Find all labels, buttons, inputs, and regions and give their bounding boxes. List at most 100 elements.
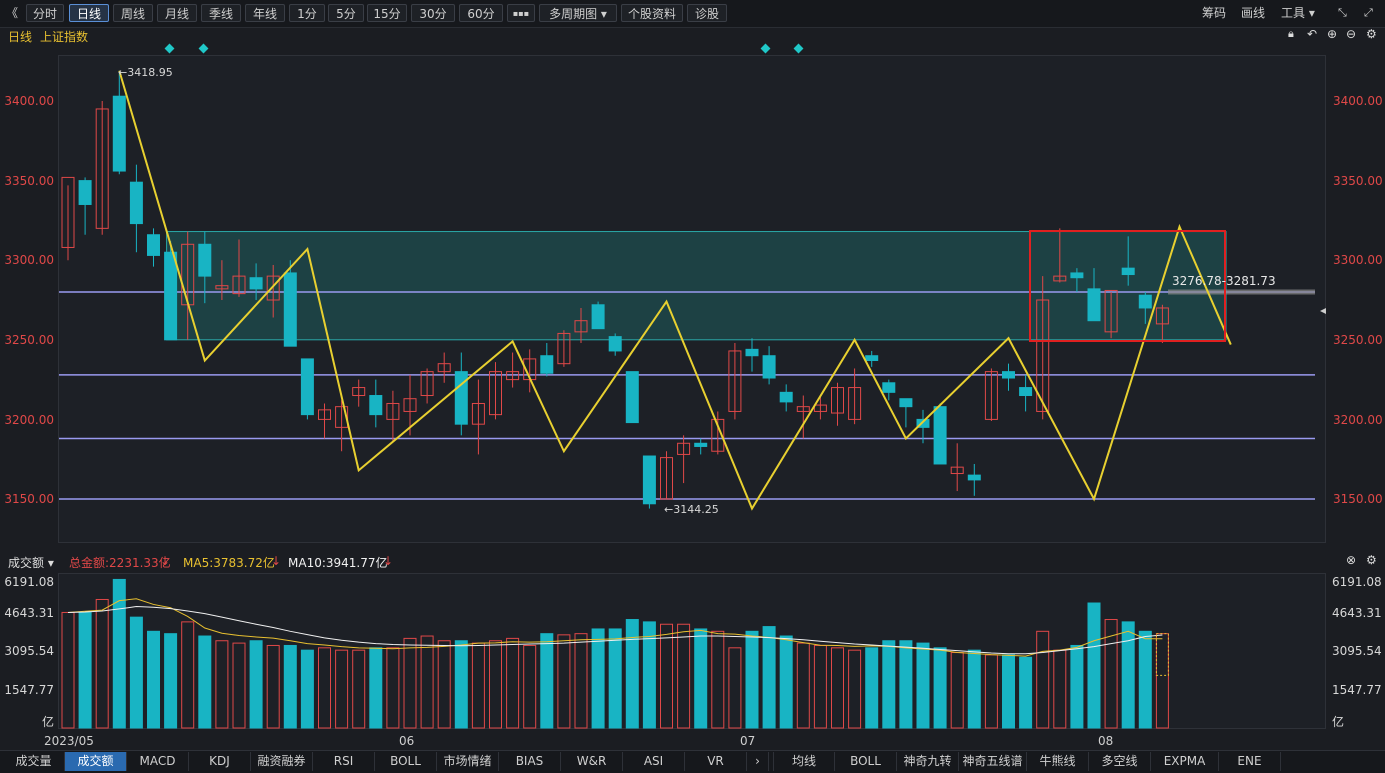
tab-boll-overlay[interactable]: BOLL bbox=[835, 752, 897, 771]
volume-bar bbox=[1019, 656, 1033, 729]
volume-bar bbox=[147, 630, 160, 729]
low-annotation: ←3144.25 bbox=[664, 503, 719, 516]
volume-bar bbox=[796, 642, 810, 729]
candle-body bbox=[608, 336, 622, 352]
tab-macd[interactable]: MACD bbox=[127, 752, 189, 771]
tab-magic-five[interactable]: 神奇五线谱 bbox=[959, 752, 1027, 771]
current-volume-marker bbox=[1155, 633, 1169, 676]
volume-bar bbox=[352, 649, 366, 729]
volume-bar bbox=[882, 640, 896, 729]
volume-bar bbox=[625, 619, 639, 729]
candle-body bbox=[369, 395, 383, 416]
tab-expma[interactable]: EXPMA bbox=[1151, 752, 1219, 771]
volume-bar bbox=[574, 633, 588, 729]
volume-bar bbox=[420, 635, 434, 729]
volume-bar bbox=[129, 616, 143, 729]
tab-sentiment[interactable]: 市场情绪 bbox=[437, 752, 499, 771]
volume-bar bbox=[164, 633, 178, 729]
volume-bar bbox=[386, 647, 400, 729]
candle-body bbox=[1070, 272, 1084, 279]
volume-bar bbox=[523, 644, 537, 729]
volume-bar bbox=[984, 654, 998, 729]
volume-bar bbox=[899, 640, 913, 729]
volume-bar bbox=[1036, 630, 1050, 729]
candle-body bbox=[1138, 294, 1152, 309]
volume-bar bbox=[848, 649, 862, 729]
candle-body bbox=[540, 355, 554, 374]
volume-bar bbox=[249, 640, 263, 729]
candle-body bbox=[779, 391, 793, 403]
candle-body bbox=[1121, 267, 1135, 276]
candle-body bbox=[762, 355, 776, 379]
volume-bar bbox=[318, 647, 331, 729]
volume-bar bbox=[1138, 630, 1152, 729]
volume-bar bbox=[232, 642, 246, 729]
volume-bar bbox=[266, 644, 280, 729]
volume-bar bbox=[471, 642, 485, 729]
candle-body bbox=[865, 355, 879, 361]
candle-body bbox=[147, 234, 160, 256]
candle-body bbox=[745, 348, 759, 357]
volume-bar bbox=[967, 649, 981, 729]
volume-bar bbox=[283, 644, 297, 729]
tab-rsi[interactable]: RSI bbox=[313, 752, 375, 771]
volume-bar bbox=[916, 642, 930, 729]
tab-margin[interactable]: 融资融券 bbox=[251, 752, 313, 771]
tab-ene[interactable]: ENE bbox=[1219, 752, 1281, 771]
volume-bar bbox=[1121, 621, 1135, 729]
tab-ma[interactable]: 均线 bbox=[773, 752, 835, 771]
tab-long-short[interactable]: 多空线 bbox=[1089, 752, 1151, 771]
indicator-tabs: 成交量 成交额 MACD KDJ 融资融券 RSI BOLL 市场情绪 BIAS… bbox=[0, 750, 1385, 773]
candle-body bbox=[300, 358, 314, 416]
candle-body bbox=[694, 442, 708, 447]
price-pointer bbox=[1320, 308, 1326, 314]
tab-wr[interactable]: W&R bbox=[561, 752, 623, 771]
candle-body bbox=[591, 304, 605, 330]
tab-bull-bear[interactable]: 牛熊线 bbox=[1027, 752, 1089, 771]
tab-kdj[interactable]: KDJ bbox=[189, 752, 251, 771]
kline-chart[interactable] bbox=[0, 0, 1385, 772]
volume-bar bbox=[489, 640, 502, 729]
tab-magic-nine[interactable]: 神奇九转 bbox=[897, 752, 959, 771]
volume-bar bbox=[711, 630, 725, 729]
tab-bias[interactable]: BIAS bbox=[499, 752, 561, 771]
candle-body bbox=[967, 474, 981, 481]
tab-amount[interactable]: 成交额 bbox=[65, 752, 127, 771]
volume-bar bbox=[865, 647, 879, 729]
volume-bar bbox=[745, 630, 759, 729]
tab-volume[interactable]: 成交量 bbox=[3, 752, 65, 771]
volume-bar bbox=[557, 634, 571, 729]
candle-body bbox=[283, 272, 297, 347]
volume-bar bbox=[950, 652, 964, 729]
volume-bar bbox=[1053, 649, 1067, 729]
volume-bar bbox=[1070, 644, 1084, 729]
candle-body bbox=[249, 277, 263, 290]
volume-bar bbox=[506, 637, 520, 729]
volume-bar bbox=[454, 640, 468, 729]
tab-vr[interactable]: VR bbox=[685, 752, 747, 771]
volume-bar bbox=[369, 647, 383, 729]
volume-bar bbox=[95, 598, 109, 729]
volume-bar bbox=[677, 623, 691, 729]
volume-bar bbox=[660, 623, 673, 729]
volume-bar bbox=[540, 633, 554, 729]
tab-boll[interactable]: BOLL bbox=[375, 752, 437, 771]
volume-bar bbox=[78, 611, 92, 729]
volume-bar bbox=[403, 637, 417, 729]
volume-bar bbox=[1155, 633, 1169, 729]
low-value: 3144.25 bbox=[673, 503, 719, 516]
tab-asi[interactable]: ASI bbox=[623, 752, 685, 771]
candle-body bbox=[1002, 371, 1015, 379]
candle-body bbox=[882, 382, 896, 393]
high-value: 3418.95 bbox=[127, 66, 173, 79]
volume-bar bbox=[335, 649, 349, 729]
volume-bar bbox=[591, 628, 605, 729]
volume-bar bbox=[300, 649, 314, 729]
candle-body bbox=[129, 181, 143, 225]
tabs-next-icon[interactable]: › bbox=[747, 752, 769, 771]
candle-body bbox=[164, 251, 178, 341]
volume-bar bbox=[112, 578, 126, 729]
range-label: 3276.78-3281.73 bbox=[1172, 274, 1276, 288]
candle-body bbox=[454, 371, 468, 425]
volume-bar bbox=[642, 621, 656, 729]
